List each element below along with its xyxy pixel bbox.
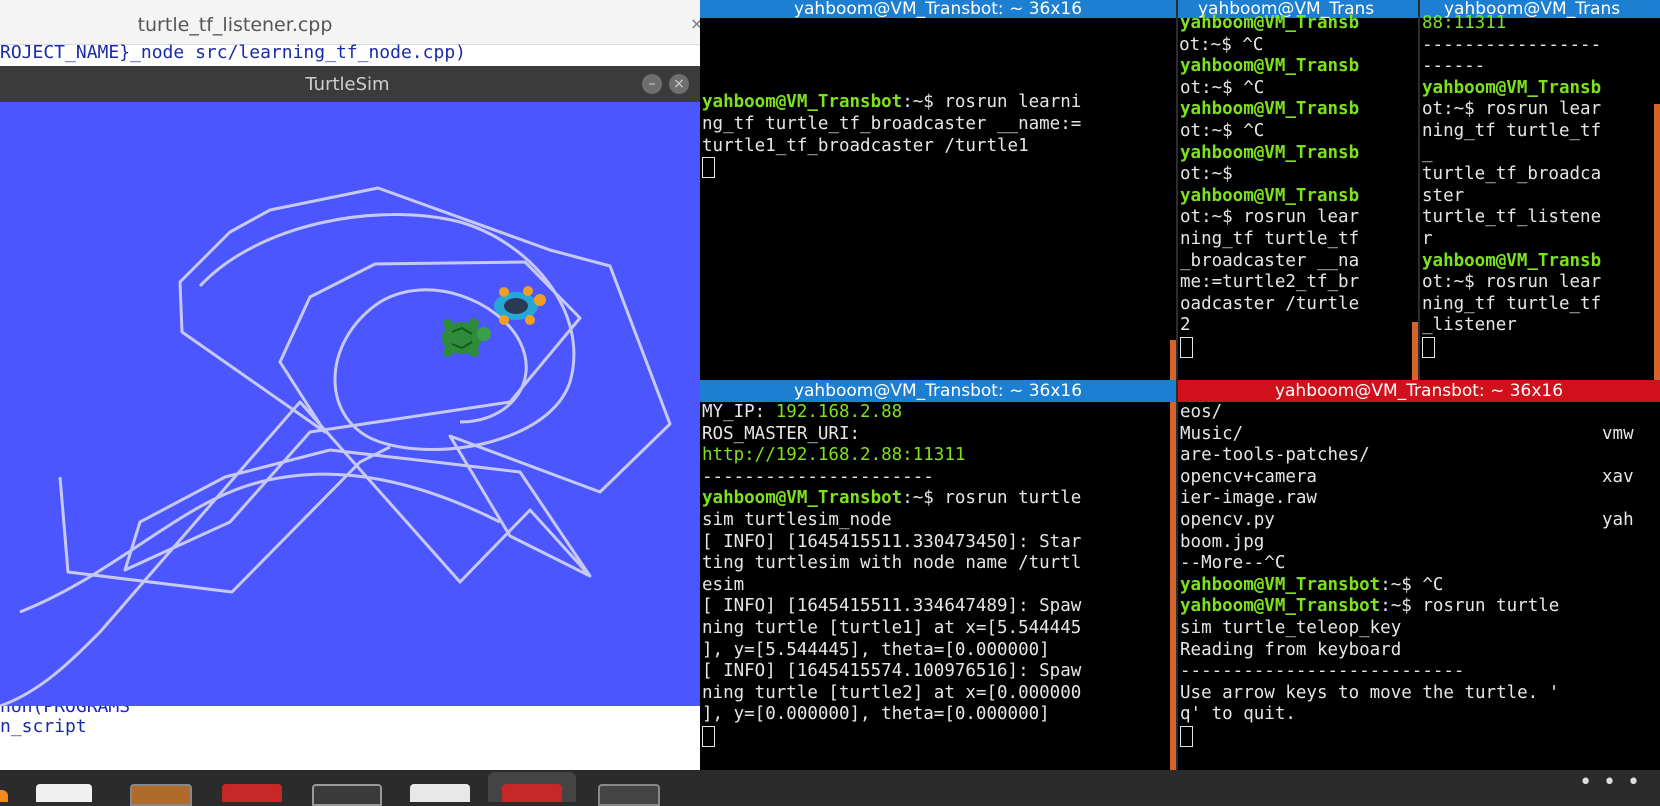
terminal-app-icon[interactable]: [312, 784, 382, 806]
terminal-scrollbar[interactable]: [1170, 402, 1176, 770]
terminal-top-right[interactable]: yahboom@VM_Trans 88:11311 --------------…: [1420, 0, 1660, 380]
editor-code-line: n_script: [0, 716, 87, 737]
terminal-cursor: [1180, 725, 1193, 747]
turtle-trail: [19, 472, 501, 614]
terminal-scrollbar[interactable]: [1170, 340, 1176, 380]
close-icon[interactable]: ×: [669, 74, 689, 94]
settings-app-icon[interactable]: [36, 784, 92, 802]
minimize-icon[interactable]: –: [642, 74, 662, 94]
terminator-active-icon[interactable]: [502, 784, 562, 802]
terminal-header[interactable]: yahboom@VM_Transbot: ~ 36x16: [1178, 380, 1660, 402]
terminal-bottom-right[interactable]: yahboom@VM_Transbot: ~ 36x16 eos/ Music/…: [1178, 380, 1660, 770]
editor-tab[interactable]: turtle_tf_listener.cpp ×: [0, 0, 703, 45]
terminal-cursor: [702, 725, 715, 747]
turtlesim-app-icon[interactable]: [598, 784, 660, 806]
terminal-output: MY_IP: 192.168.2.88 ROS_MASTER_URI: http…: [700, 402, 1176, 748]
terminal-scrollbar[interactable]: [1654, 104, 1660, 380]
terminal-cursor: [702, 157, 715, 179]
terminal-cursor: [1422, 336, 1435, 358]
editor-code-line: ROJECT_NAME}_node src/learning_tf_node.c…: [0, 42, 466, 63]
show-apps-icon[interactable]: • • •: [1579, 770, 1642, 795]
turtlesim-titlebar[interactable]: TurtleSim – ×: [0, 66, 700, 102]
terminal-output: eos/ Music/ are-tools-patches/ opencv+ca…: [1178, 402, 1660, 748]
terminal-scrollbar[interactable]: [1412, 322, 1418, 380]
terminator-app-icon[interactable]: [222, 784, 282, 802]
terminal-cursor: [1180, 336, 1193, 358]
turtle1-sprite: [442, 318, 491, 357]
turtle-trail: [0, 186, 672, 706]
text-editor-icon[interactable]: [410, 784, 470, 802]
turtlesim-canvas: [0, 186, 672, 706]
turtlesim-title: TurtleSim: [305, 74, 390, 95]
editor-tab-title: turtle_tf_listener.cpp: [137, 14, 333, 36]
turtlesim-window: TurtleSim – ×: [0, 66, 700, 706]
turtle2-sprite: [494, 286, 546, 325]
taskbar: • • •: [0, 770, 1660, 806]
terminal-bottom-left[interactable]: yahboom@VM_Transbot: ~ 36x16 MY_IP: 192.…: [700, 380, 1176, 770]
launcher-icon[interactable]: [0, 790, 8, 802]
terminal-output: yahboom@VM_Transb otot:~$ ^C yahboom@VM_…: [1178, 13, 1418, 359]
terminal-top-mid[interactable]: yahboom@VM_Trans yahboom@VM_Transb otot:…: [1178, 0, 1418, 380]
terminal-output: 88:11311 ----------------- ------ yahboo…: [1420, 13, 1660, 359]
file-manager-icon[interactable]: [130, 784, 192, 806]
terminal-output: yahboom@VM_Transbot:~$ rosrun learni ng_…: [700, 6, 1176, 179]
terminal-top-left[interactable]: yahboom@VM_Transbot: ~ 36x16 yahboom@VM_…: [700, 0, 1176, 380]
turtle-trail: [198, 213, 576, 451]
turtle-trail: [58, 445, 391, 594]
terminal-header[interactable]: yahboom@VM_Transbot: ~ 36x16: [700, 380, 1176, 402]
